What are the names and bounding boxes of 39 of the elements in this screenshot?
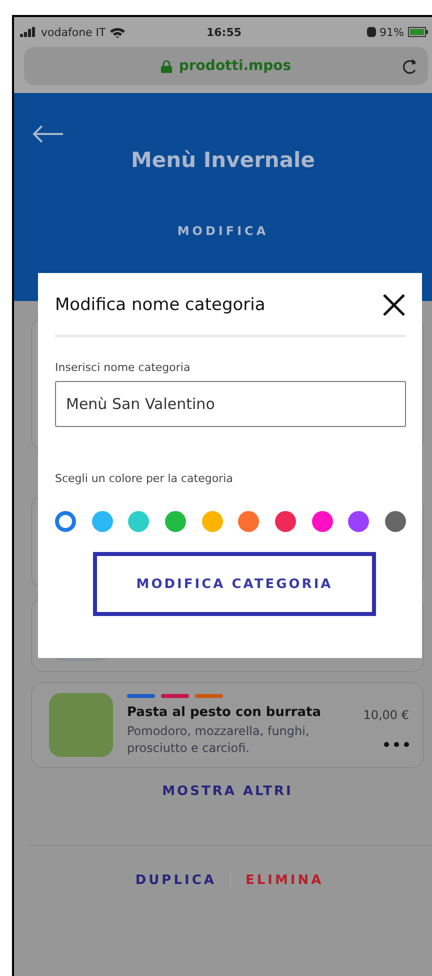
color-swatch[interactable] [92, 511, 113, 532]
color-swatch[interactable] [238, 511, 260, 532]
color-swatch[interactable] [202, 511, 223, 532]
color-swatch[interactable] [164, 511, 186, 532]
color-swatch[interactable] [128, 511, 150, 532]
url-text: prodotti.mpos [178, 58, 292, 74]
category-name-field[interactable]: Menù San Valentino [55, 381, 406, 427]
close-icon[interactable] [382, 293, 406, 317]
lock-icon [160, 60, 172, 72]
edit-link[interactable]: MODIFICA [177, 224, 269, 238]
alarm-icon [366, 27, 376, 37]
color-swatch[interactable] [55, 511, 76, 532]
dialog-title: Modifica nome categoria [55, 295, 266, 315]
color-swatch[interactable] [312, 511, 333, 532]
product-name: Pasta al pesto con burrata [127, 704, 322, 720]
color-swatch[interactable] [274, 511, 296, 532]
product-card[interactable]: Pasta al pesto con burrata Pomodoro, mozzarella, funghi, prosciutto e carciofi. 10,00 € [31, 682, 424, 768]
show-more-link[interactable]: MOSTRA ALTRI [31, 784, 424, 799]
clock-time: 16:55 [206, 26, 242, 38]
address-bar[interactable]: prodotti.mpos [24, 47, 428, 85]
edit-category-button[interactable]: MODIFICA CATEGORIA [93, 552, 376, 616]
menu-title: Menù Invernale [131, 148, 315, 172]
field-label: Inserisci nome categoria [55, 361, 192, 374]
carrier-name: vodafone IT [41, 26, 106, 38]
photo-placeholder [49, 693, 113, 757]
more-options-icon[interactable] [384, 742, 409, 746]
signal-icon [20, 27, 37, 37]
back-arrow-icon[interactable] [32, 125, 64, 143]
product-description: Pomodoro, mozzarella, funghi, prosciutto e carciofi. [127, 722, 310, 756]
color-label: Scegli un colore per la categoria [55, 472, 234, 485]
color-swatch[interactable] [384, 511, 406, 532]
wifi-icon [110, 26, 125, 38]
product-price: 10,00 € [363, 708, 409, 722]
color-swatch[interactable] [348, 511, 370, 532]
battery-icon [408, 27, 428, 37]
delete-link[interactable]: ELIMINA [245, 872, 324, 888]
duplicate-link[interactable]: DUPLICA [135, 872, 216, 888]
battery-percentage: 91% [380, 26, 404, 38]
reload-icon[interactable] [402, 57, 418, 75]
